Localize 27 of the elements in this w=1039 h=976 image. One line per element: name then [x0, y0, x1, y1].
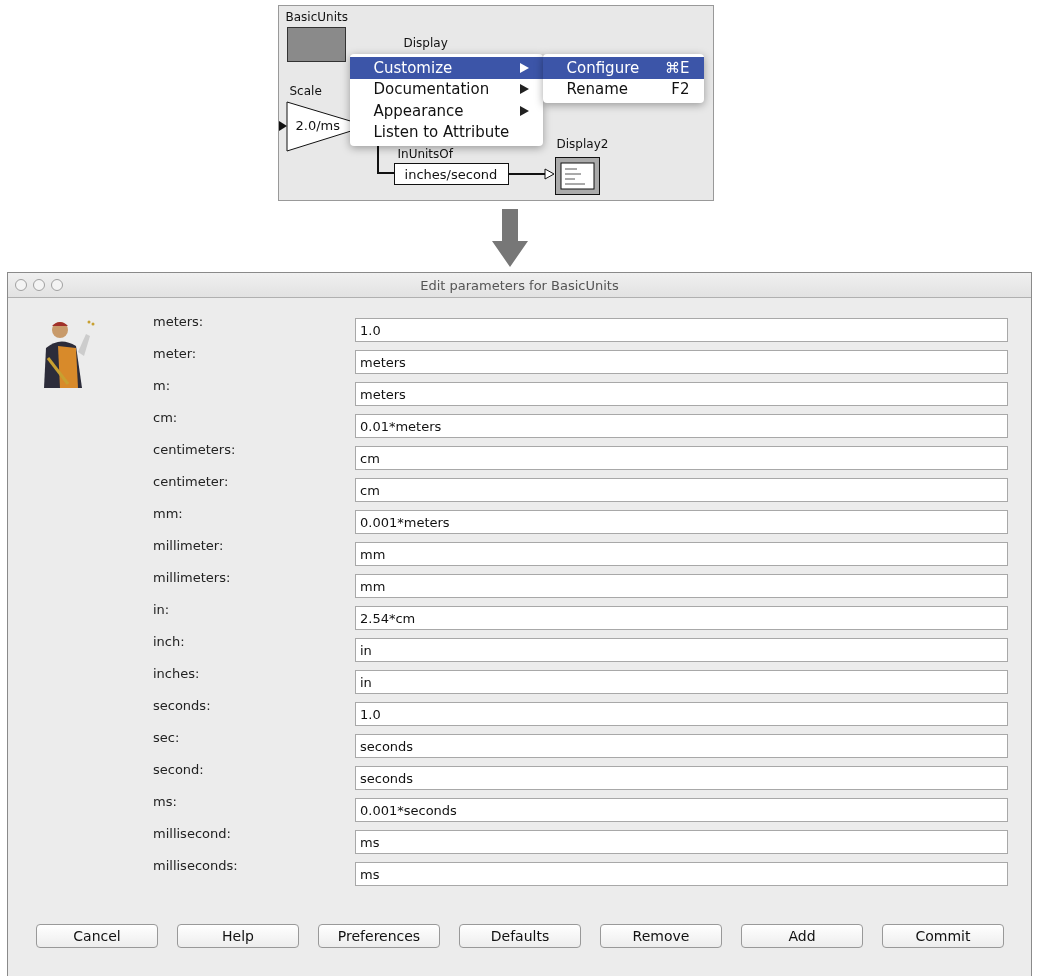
parameter-label: mm: — [153, 506, 184, 521]
parameter-label: milliseconds: — [153, 858, 239, 873]
actor-label: Scale — [289, 84, 322, 98]
actor-label: Display — [403, 36, 448, 50]
shortcut: F2 — [671, 80, 690, 99]
actor-label: Display2 — [556, 137, 609, 151]
window-title: Edit parameters for BasicUnits — [420, 277, 619, 293]
parameter-label: inches: — [153, 666, 201, 681]
parameter-label: meter: — [153, 346, 198, 361]
parameter-label: centimeters: — [153, 442, 237, 457]
parameter-label: centimeter: — [153, 474, 230, 489]
parameter-label: m: — [153, 378, 172, 393]
parameter-label: ms: — [153, 794, 178, 809]
parameter-label: seconds: — [153, 698, 212, 713]
parameter-label: sec: — [153, 730, 181, 745]
actor-value: 2.0/ms — [295, 118, 340, 133]
actor-label: BasicUnits — [285, 10, 348, 24]
actor-label: InUnitsOf — [397, 147, 453, 161]
parameter-label: second: — [153, 762, 205, 777]
parameter-label: millimeter: — [153, 538, 225, 553]
parameter-label: millimeters: — [153, 570, 232, 585]
parameter-label: millisecond: — [153, 826, 232, 841]
parameter-label: in: — [153, 602, 171, 617]
parameter-label: meters: — [153, 314, 205, 329]
parameter-label: inch: — [153, 634, 186, 649]
parameter-label: cm: — [153, 410, 179, 425]
shortcut: ⌘E — [665, 58, 690, 77]
